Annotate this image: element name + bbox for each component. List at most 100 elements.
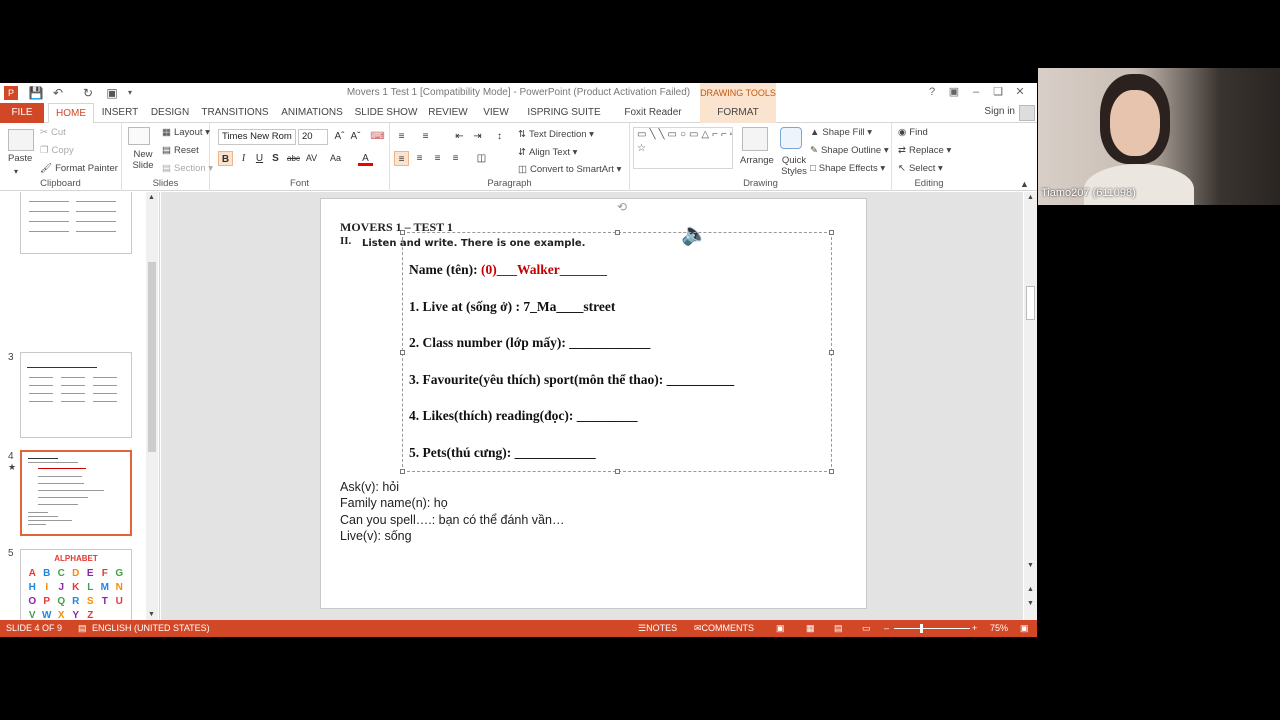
answer-textbox[interactable]: Name (tên): (0)___Walker_______ 1. Live … — [400, 230, 834, 474]
tab-transitions[interactable]: TRANSITIONS — [200, 103, 270, 123]
font-name-input[interactable]: Times New Rom — [218, 129, 296, 145]
current-slide[interactable]: MOVERS 1 – TEST 1 II. Listen and write. … — [320, 198, 867, 609]
resize-handle[interactable] — [400, 230, 405, 235]
slideshow-view-icon[interactable]: ▭ — [862, 620, 871, 637]
next-slide-icon[interactable]: ▼ — [1027, 600, 1034, 607]
sign-in-link[interactable]: Sign in — [984, 106, 1015, 117]
reset-button[interactable]: ▤ Reset — [162, 145, 199, 156]
tab-insert[interactable]: INSERT — [100, 103, 140, 123]
comments-button[interactable]: ✉ COMMENTS — [694, 620, 754, 637]
find-button[interactable]: ◉ Find — [898, 127, 928, 138]
increase-indent-icon[interactable]: ⇥ — [470, 129, 485, 144]
arrange-button[interactable]: Arrange — [740, 155, 774, 166]
columns-icon[interactable]: ◫ — [474, 151, 489, 166]
fit-to-window-icon[interactable]: ▣ — [1020, 620, 1029, 637]
shape-fill-button[interactable]: ▲ Shape Fill ▾ — [810, 127, 872, 138]
tab-view[interactable]: VIEW — [478, 103, 514, 123]
italic-icon[interactable]: I — [236, 151, 251, 166]
increase-font-size-icon[interactable]: Aˆ — [332, 129, 347, 144]
replace-button[interactable]: ⇄ Replace ▾ — [898, 145, 951, 156]
reading-view-icon[interactable]: ▤ — [834, 620, 843, 637]
resize-handle[interactable] — [829, 230, 834, 235]
slide-thumbnail-4[interactable] — [20, 450, 132, 536]
tab-review[interactable]: REVIEW — [426, 103, 470, 123]
text-direction-button[interactable]: ⇅ Text Direction ▾ — [518, 129, 594, 140]
cut-button[interactable]: ✂ Cut — [40, 127, 66, 138]
shapes-gallery[interactable]: ▭╲╲▭○▭△⌐⌐⇨⬠⌐◣◢⌒∿{}☆ — [633, 127, 733, 169]
ribbon-display-icon[interactable]: ▣ — [943, 85, 965, 98]
resize-handle[interactable] — [615, 469, 620, 474]
tab-ispring-suite[interactable]: ISPRING SUITE 10 — [522, 103, 606, 138]
help-icon[interactable]: ? — [921, 86, 943, 98]
quick-styles-button[interactable]: Quick Styles — [776, 155, 812, 177]
zoom-out-icon[interactable]: – — [884, 620, 889, 637]
scroll-up-icon[interactable]: ▲ — [1027, 194, 1034, 201]
tab-slide-show[interactable]: SLIDE SHOW — [354, 103, 418, 123]
zoom-slider[interactable] — [894, 628, 970, 629]
copy-button[interactable]: ❐ Copy — [40, 145, 74, 156]
collapse-ribbon-icon[interactable]: ▲ — [1020, 179, 1029, 189]
clear-formatting-icon[interactable]: ⌨ — [370, 129, 385, 144]
align-left-icon[interactable]: ≡ — [394, 151, 409, 166]
align-center-icon[interactable]: ≡ — [412, 151, 427, 166]
slide-thumbnail-5[interactable]: ALPHABET ABCDEFG HIJKLMN OPQRSTU VWXYZ — [20, 549, 132, 620]
scroll-thumb[interactable] — [148, 262, 156, 452]
slide-scrollbar[interactable]: ▲ ▼ ▲ ▼ — [1024, 192, 1037, 620]
language-indicator[interactable]: ENGLISH (UNITED STATES) — [92, 620, 210, 637]
normal-view-icon[interactable]: ▣ — [776, 620, 785, 637]
tab-design[interactable]: DESIGN — [148, 103, 192, 123]
change-case-icon[interactable]: Aa — [328, 151, 343, 166]
chevron-down-icon[interactable]: ▾ — [14, 167, 18, 176]
bold-icon[interactable]: B — [218, 151, 233, 166]
align-right-icon[interactable]: ≡ — [430, 151, 445, 166]
minimize-icon[interactable]: – — [965, 86, 987, 98]
slide-thumbnail-3[interactable] — [20, 352, 132, 438]
tab-animations[interactable]: ANIMATIONS — [278, 103, 346, 123]
resize-handle[interactable] — [829, 350, 834, 355]
bullets-icon[interactable]: ≡ — [394, 129, 409, 144]
convert-smartart-button[interactable]: ◫ Convert to SmartArt ▾ — [518, 164, 621, 175]
tab-foxit-reader-pdf[interactable]: Foxit Reader PDF — [614, 103, 692, 138]
tab-file[interactable]: FILE — [0, 103, 44, 123]
scroll-up-icon[interactable]: ▲ — [148, 194, 155, 201]
rotate-handle-icon[interactable]: ⟲ — [617, 200, 627, 214]
zoom-slider-thumb[interactable] — [920, 624, 923, 633]
line-spacing-icon[interactable]: ↕ — [492, 129, 507, 144]
layout-button[interactable]: ▦ Layout ▾ — [162, 127, 210, 138]
section-button[interactable]: ▤ Section ▾ — [162, 163, 213, 174]
account-avatar[interactable] — [1019, 105, 1035, 121]
font-size-input[interactable]: 20 — [298, 129, 328, 145]
tab-format[interactable]: FORMAT — [700, 103, 776, 123]
spellcheck-icon[interactable]: ▤ — [78, 620, 87, 637]
resize-handle[interactable] — [400, 350, 405, 355]
resize-handle[interactable] — [829, 469, 834, 474]
tab-home[interactable]: HOME — [48, 103, 94, 124]
thumbnail-scrollbar[interactable]: ▲ ▼ — [146, 192, 158, 620]
paste-button[interactable]: Paste — [8, 153, 32, 164]
align-text-button[interactable]: ⇵ Align Text ▾ — [518, 147, 577, 158]
character-spacing-icon[interactable]: AV — [304, 151, 319, 166]
slide-sorter-icon[interactable]: ▦ — [806, 620, 815, 637]
resize-handle[interactable] — [400, 469, 405, 474]
font-color-icon[interactable]: A — [358, 151, 373, 166]
new-slide-button[interactable]: New Slide — [128, 149, 158, 171]
shape-outline-button[interactable]: ✎ Shape Outline ▾ — [810, 145, 889, 156]
notes-button[interactable]: ☰ NOTES — [638, 620, 677, 637]
shape-effects-button[interactable]: □ Shape Effects ▾ — [810, 163, 885, 174]
scroll-thumb[interactable] — [1026, 286, 1035, 320]
decrease-font-size-icon[interactable]: Aˇ — [348, 129, 363, 144]
previous-slide-icon[interactable]: ▲ — [1027, 586, 1034, 593]
scroll-down-icon[interactable]: ▼ — [148, 611, 155, 618]
strikethrough-icon[interactable]: abc — [286, 151, 301, 166]
format-painter-button[interactable]: 🖌 Format Painter — [40, 163, 118, 174]
resize-handle[interactable] — [615, 230, 620, 235]
scroll-down-icon[interactable]: ▼ — [1027, 562, 1034, 569]
select-button[interactable]: ↖ Select ▾ — [898, 163, 943, 174]
restore-icon[interactable]: ❏ — [987, 85, 1009, 98]
shadow-icon[interactable]: S — [268, 151, 283, 166]
close-icon[interactable]: ✕ — [1009, 85, 1031, 98]
numbering-icon[interactable]: ≡ — [418, 129, 433, 144]
justify-icon[interactable]: ≡ — [448, 151, 463, 166]
decrease-indent-icon[interactable]: ⇤ — [452, 129, 467, 144]
zoom-in-icon[interactable]: + — [972, 620, 977, 637]
